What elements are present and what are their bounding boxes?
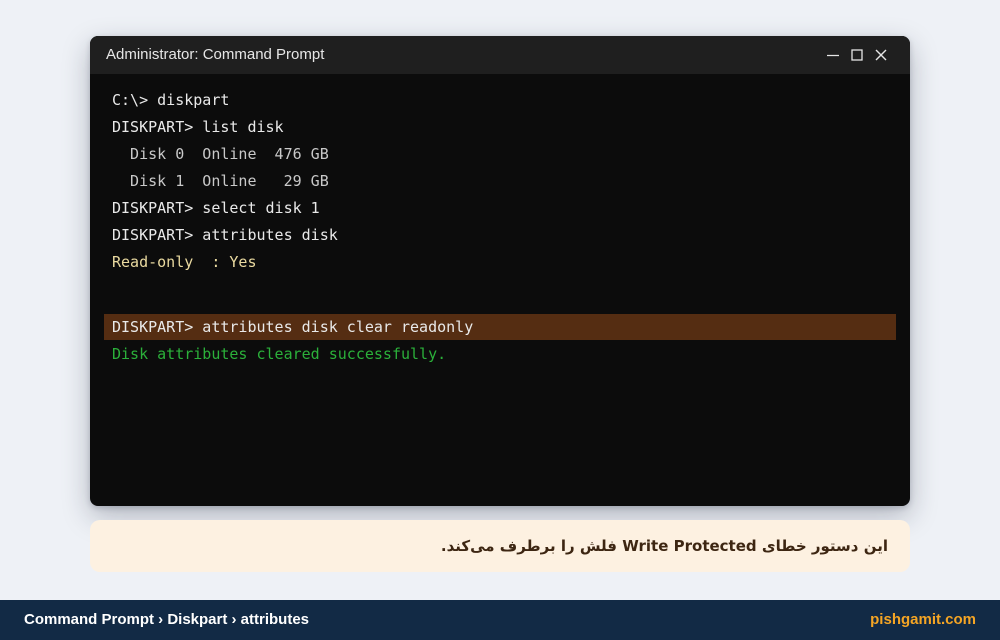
- caption-box: این دستور خطای Write Protected فلش را بر…: [90, 520, 910, 572]
- console-line-list-disk: DISKPART> list disk: [112, 118, 284, 136]
- command-prompt-window: Administrator: Command Prompt C:\> diskp…: [90, 36, 910, 506]
- minimize-icon[interactable]: [826, 48, 840, 62]
- console-output[interactable]: C:\> diskpart DISKPART> list disk Disk 0…: [90, 74, 910, 506]
- console-line-diskpart: C:\> diskpart: [112, 91, 230, 109]
- console-line-attributes-disk: DISKPART> attributes disk: [112, 226, 338, 244]
- title-bar[interactable]: Administrator: Command Prompt: [90, 36, 910, 74]
- window-title: Administrator: Command Prompt: [106, 46, 325, 63]
- close-icon[interactable]: [874, 48, 888, 62]
- console-line-disk-1: Disk 1 Online 29 GB: [112, 172, 329, 190]
- console-line-read-only: Read-only : Yes: [112, 253, 257, 271]
- console-line-select-disk: DISKPART> select disk 1: [112, 199, 320, 217]
- console-line-disk-0: Disk 0 Online 476 GB: [112, 145, 329, 163]
- maximize-icon[interactable]: [850, 48, 864, 62]
- site-link[interactable]: pishgamit.com: [870, 600, 976, 640]
- window-controls: [816, 36, 888, 74]
- console-line-clear-readonly: DISKPART> attributes disk clear readonly: [112, 318, 474, 336]
- caption-text: این دستور خطای Write Protected فلش را بر…: [440, 537, 888, 555]
- breadcrumb: Command Prompt › Diskpart › attributes: [24, 611, 310, 628]
- console-line-success: Disk attributes cleared successfully.: [112, 345, 447, 363]
- footer-bar: Command Prompt › Diskpart › attributes p…: [0, 600, 1000, 640]
